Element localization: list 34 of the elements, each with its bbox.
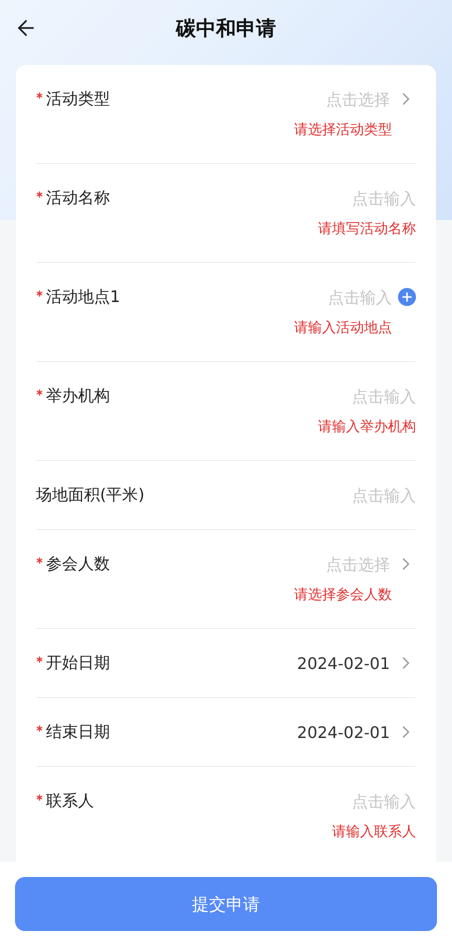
required-asterisk-icon: [36, 92, 43, 98]
add-icon[interactable]: [398, 288, 416, 306]
error-message: 请输入举办机构: [318, 418, 416, 436]
field-label: 参会人数: [36, 554, 110, 574]
error-message: 请填写活动名称: [318, 220, 416, 238]
input-field[interactable]: 点击输入: [150, 486, 416, 504]
field-label: 结束日期: [36, 722, 110, 742]
field-label: 活动地点1: [36, 286, 120, 308]
input-field[interactable]: 点击输入: [116, 386, 416, 406]
field-label: 活动类型: [36, 88, 110, 110]
required-asterisk-icon: [36, 556, 43, 564]
error-message: 请选择活动类型: [294, 121, 392, 139]
required-asterisk-icon: [36, 794, 43, 800]
page-title: 碳中和申请: [176, 14, 276, 42]
select-field[interactable]: 2024-02-01: [116, 722, 390, 742]
required-asterisk-icon: [36, 724, 43, 732]
field-label: 开始日期: [36, 652, 110, 674]
required-asterisk-icon: [36, 190, 43, 198]
select-field[interactable]: 2024-02-01: [116, 654, 390, 672]
input-field[interactable]: 点击输入: [126, 288, 392, 306]
field-label: 活动名称: [36, 188, 110, 208]
error-message: 请选择参会人数: [294, 586, 392, 604]
error-message: 请输入联系人: [332, 823, 416, 841]
required-asterisk-icon: [36, 290, 43, 296]
select-field[interactable]: 点击选择: [116, 554, 390, 574]
select-field[interactable]: 点击选择: [116, 90, 390, 108]
field-label: 联系人: [36, 790, 94, 812]
field-label: 场地面积(平米): [36, 484, 144, 506]
input-field[interactable]: 点击输入: [100, 792, 416, 810]
field-label: 举办机构: [36, 386, 110, 406]
error-message: 请输入活动地点: [294, 319, 392, 337]
input-field[interactable]: 点击输入: [116, 188, 416, 208]
required-asterisk-icon: [36, 656, 43, 662]
required-asterisk-icon: [36, 388, 43, 396]
